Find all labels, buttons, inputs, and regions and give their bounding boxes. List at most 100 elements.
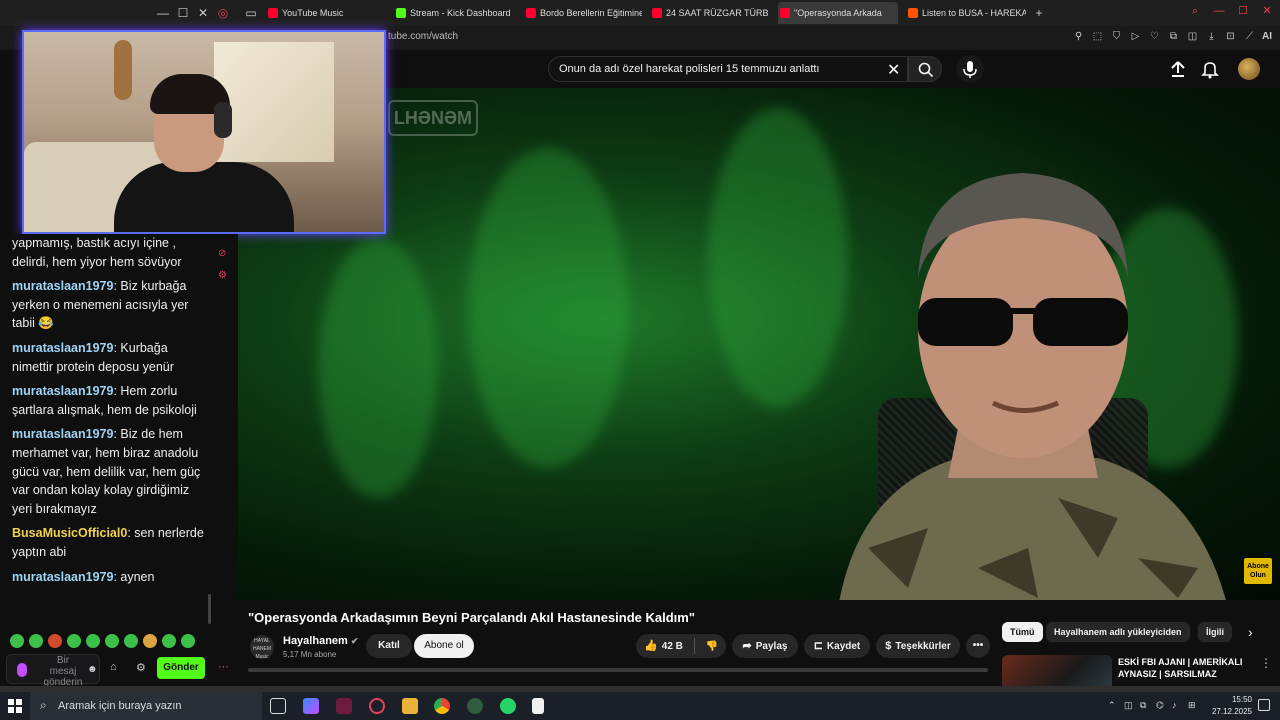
emote-icon[interactable]	[124, 634, 138, 648]
chat-menu-icon[interactable]: ⋯	[218, 660, 229, 673]
copilot-icon[interactable]	[303, 698, 319, 714]
shield-icon[interactable]: ⛉	[1110, 30, 1123, 44]
thanks-button[interactable]: $ Teşekkürler	[876, 634, 960, 658]
window-close-icon[interactable]: ✕	[1260, 4, 1274, 18]
chat-username[interactable]: murataslaan1979	[12, 384, 113, 398]
gear-icon[interactable]: ⚙	[136, 661, 146, 674]
chevron-right-icon[interactable]: ›	[1248, 624, 1253, 640]
kick-icon[interactable]	[467, 698, 483, 714]
channel-logo[interactable]: HAYAL HANEM Music	[250, 635, 274, 660]
chat-username[interactable]: murataslaan1979	[12, 427, 113, 441]
opera-icon[interactable]: ◎	[214, 4, 232, 22]
clock-date[interactable]: 27.12.2025	[1212, 707, 1252, 716]
chat-username[interactable]: murataslaan1979	[12, 279, 113, 293]
aria-icon[interactable]: ⟋	[1243, 30, 1256, 44]
task-view-icon[interactable]	[270, 698, 286, 714]
chat-scrollbar[interactable]	[208, 594, 211, 624]
send-button[interactable]: Gönder	[157, 657, 205, 679]
channel-name[interactable]: Hayalhanem ✔	[283, 635, 358, 647]
scrollbar[interactable]	[248, 668, 988, 672]
minimize-icon[interactable]: —	[154, 4, 172, 22]
notification-icon[interactable]	[1258, 699, 1270, 711]
window-minimize-icon[interactable]: —	[1212, 4, 1226, 18]
taskbar-search-placeholder[interactable]: Aramak için buraya yazın	[58, 700, 182, 712]
video-player[interactable]: LHƏNƏM Abone Olun	[238, 88, 1280, 600]
close-icon[interactable]: ✕	[194, 4, 212, 22]
join-button[interactable]: Katıl	[366, 634, 412, 658]
extensions-icon[interactable]: ⧉	[1167, 30, 1180, 44]
thumbs-up-icon[interactable]: 👍	[644, 640, 658, 652]
related-video-thumbnail[interactable]	[1002, 655, 1112, 690]
play-icon[interactable]: ▷	[1129, 30, 1142, 44]
clear-search-icon[interactable]: ✕	[887, 60, 900, 80]
browser-tab[interactable]: Bordo Berellerin Eğitimine	[524, 2, 642, 24]
moderation-icon[interactable]: ⊘	[218, 248, 230, 270]
more-vert-icon[interactable]: ⋮	[1260, 656, 1272, 670]
channel-name-text[interactable]: Hayalhanem	[283, 635, 348, 647]
tray-app-icon[interactable]: ⊞	[1188, 700, 1196, 711]
network-icon[interactable]: ⌬	[1156, 700, 1164, 711]
url-field[interactable]: tube.com/watch	[388, 31, 458, 42]
screenshot-icon[interactable]: ⬚	[1091, 30, 1104, 44]
maximize-icon[interactable]: ☐	[174, 4, 192, 22]
chrome-icon[interactable]	[434, 698, 450, 714]
save-button[interactable]: ⊏ Kaydet	[804, 634, 870, 658]
file-explorer-icon[interactable]	[402, 698, 418, 714]
emote-icon[interactable]	[10, 634, 24, 648]
browser-tab[interactable]: "Operasyonda Arkada	[778, 2, 898, 24]
subscribe-button[interactable]: Abone ol	[414, 634, 474, 658]
emote-icon[interactable]	[29, 634, 43, 648]
chevron-up-icon[interactable]: ⌃	[1108, 700, 1116, 711]
search-tabs-icon[interactable]: ⌕	[1188, 4, 1202, 18]
chip-related[interactable]: İlgili	[1198, 622, 1232, 642]
voice-search-button[interactable]	[956, 55, 984, 83]
share-button[interactable]: ➦ Paylaş	[732, 634, 798, 658]
volume-icon[interactable]: ♪	[1172, 700, 1177, 710]
pin-icon[interactable]: ⚲	[1072, 30, 1085, 44]
tray-app-icon[interactable]: ◫	[1124, 700, 1133, 711]
thumbs-down-icon[interactable]: 👎	[705, 641, 717, 652]
more-actions-button[interactable]: •••	[966, 634, 990, 658]
heart-icon[interactable]: ♡	[1148, 30, 1161, 44]
subscribe-badge[interactable]: Abone Olun	[1244, 558, 1272, 584]
upload-icon[interactable]	[1168, 59, 1188, 79]
notifications-bell-icon[interactable]	[1200, 59, 1220, 79]
tray-app-icon[interactable]: ⧉	[1140, 700, 1146, 711]
emote-icon[interactable]	[162, 634, 176, 648]
microphone-icon[interactable]	[17, 663, 27, 677]
chat-input-placeholder[interactable]: Bir mesaj gönderin	[43, 655, 83, 688]
app-icon[interactable]	[336, 698, 352, 714]
window-maximize-icon[interactable]: ☐	[1236, 4, 1250, 18]
chip-uploads[interactable]: Hayalhanem adlı yükleyiciden	[1046, 622, 1190, 642]
snapshot-icon[interactable]: ⊡	[1224, 30, 1237, 44]
wallet-icon[interactable]: ◫	[1186, 30, 1199, 44]
browser-tab[interactable]: Stream - Kick Dashboard	[394, 2, 514, 24]
taskbar-search[interactable]: ⌕ Aramak için buraya yazın	[30, 692, 262, 720]
ai-label[interactable]: AI	[1262, 30, 1272, 44]
like-count[interactable]: 42 B	[662, 641, 683, 652]
account-avatar[interactable]	[1238, 58, 1260, 80]
chat-username[interactable]: murataslaan1979	[12, 570, 113, 584]
new-tab-icon[interactable]: +	[1030, 4, 1048, 22]
search-button[interactable]	[908, 56, 942, 82]
whatsapp-icon[interactable]	[500, 698, 516, 714]
opera-icon[interactable]	[369, 698, 385, 714]
windows-start-icon[interactable]	[8, 699, 22, 713]
tab-overview-icon[interactable]: ▭	[242, 4, 260, 22]
browser-tab[interactable]: YouTube Music	[266, 2, 384, 24]
emoji-icon[interactable]: ☻	[87, 664, 98, 675]
chat-settings-icon[interactable]: ⚙	[218, 270, 230, 292]
gift-icon[interactable]: ⌂	[110, 661, 117, 673]
search-input[interactable]: Onun da adı özel harekat polisleri 15 te…	[559, 63, 819, 75]
emote-icon[interactable]	[143, 634, 157, 648]
clock-time[interactable]: 15:50	[1232, 695, 1252, 704]
emote-icon[interactable]	[181, 634, 195, 648]
emote-icon[interactable]	[86, 634, 100, 648]
browser-tab[interactable]: Listen to BUSA - HAREKAT	[906, 2, 1026, 24]
emote-icon[interactable]	[67, 634, 81, 648]
search-box[interactable]: Onun da adı özel harekat polisleri 15 te…	[548, 56, 908, 82]
browser-tab[interactable]: 24 SAAT RÜZGAR TÜRBİ	[650, 2, 768, 24]
related-video-title[interactable]: ESKİ FBI AJANI | AMERİKALI AYNASIZ | SAR…	[1118, 656, 1258, 680]
download-icon[interactable]: ⤓	[1205, 30, 1218, 44]
chat-input[interactable]: Bir mesaj gönderin ☻	[6, 654, 100, 688]
